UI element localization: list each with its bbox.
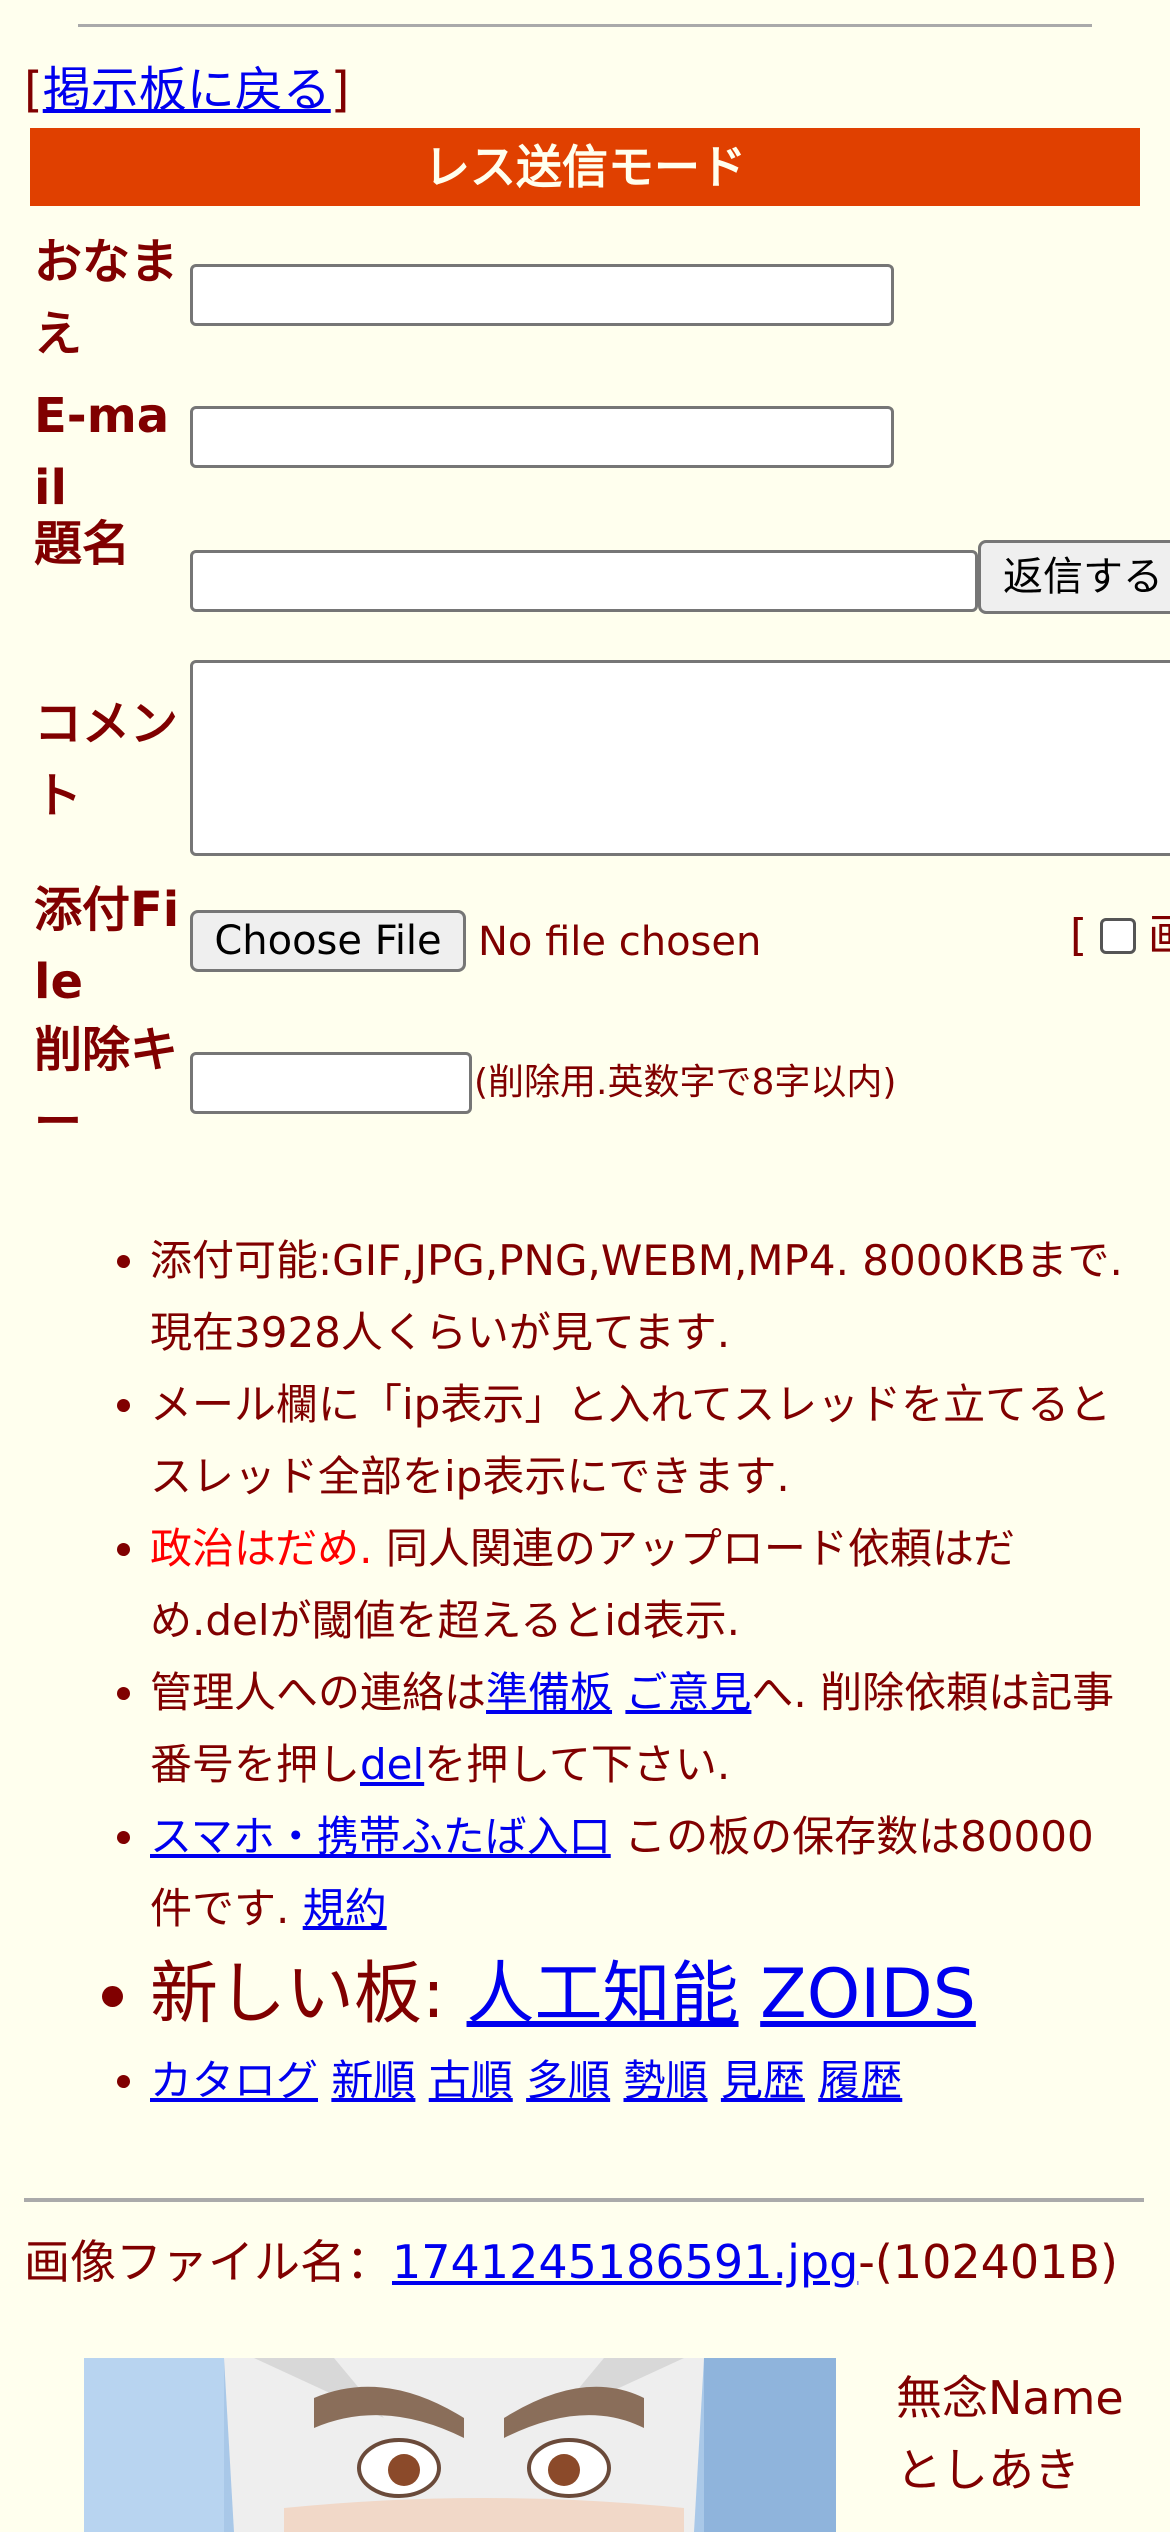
info-contact: 管理人への連絡は準備板 ご意見へ. 削除依頼は記事番号を押しdelを押して下さい… (150, 1657, 1130, 1801)
post-poster-name: としあき (896, 2443, 1080, 2497)
info-contact-text-a: 管理人への連絡は (150, 1668, 487, 1717)
nav-catalog[interactable]: カタログ (150, 2056, 318, 2105)
comment-textarea[interactable] (190, 660, 1170, 856)
top-divider (78, 24, 1092, 27)
post-name-label: 無念Name (896, 2371, 1124, 2425)
post-thumbnail[interactable] (84, 2358, 836, 2532)
post-author: 無念Name としあき (896, 2362, 1124, 2506)
info-mobile: スマホ・携帯ふたば入口 この板の保存数は80000件です. 規約 (150, 1801, 1130, 1945)
info-rules: 政治はだめ. 同人関連のアップロード依頼はだめ.delが閾値を超えるとid表示. (150, 1513, 1130, 1657)
back-to-board-link[interactable]: 掲示板に戻る (43, 62, 331, 118)
reply-submit-label: 返信する (1003, 554, 1163, 600)
back-bracket-close: ] (330, 62, 350, 118)
nav-viewed-history[interactable]: 見歴 (721, 2056, 805, 2105)
info-attachments-text: 添付可能:GIF,JPG,PNG,WEBM,MP4. 8000KBまで. 現在3… (150, 1236, 1123, 1357)
email-input[interactable] (190, 406, 894, 468)
file-label: 添付File (34, 882, 180, 1010)
terms-link[interactable]: 規約 (303, 1884, 387, 1933)
board-info-list: 添付可能:GIF,JPG,PNG,WEBM,MP4. 8000KBまで. 現在3… (0, 1225, 1130, 2117)
no-file-text: No file chosen (478, 919, 762, 965)
back-to-board: [掲示板に戻る] (24, 58, 349, 122)
file-size: -(102401B) (858, 2235, 1118, 2289)
reply-mode-banner: レス送信モード (30, 128, 1140, 206)
file-name-link[interactable]: 1741245186591.jpg (392, 2235, 858, 2289)
delete-key-label: 削除キー (34, 1022, 179, 1150)
choose-file-label: Choose File (214, 918, 442, 964)
new-boards-prefix: 新しい板: (150, 1955, 467, 2034)
reply-submit-button[interactable]: 返信する (978, 540, 1170, 614)
email-label: E-mail (34, 388, 170, 516)
prep-board-link[interactable]: 準備板 (486, 1668, 612, 1717)
del-link[interactable]: del (360, 1740, 424, 1789)
image-option-bracket: [ (1070, 910, 1088, 961)
thread-divider (24, 2198, 1144, 2202)
nav-newest[interactable]: 新順 (331, 2056, 415, 2105)
delete-key-input[interactable] (190, 1052, 472, 1114)
file-info-prefix: 画像ファイル名： (24, 2235, 392, 2289)
info-new-boards: 新しい板: 人工知能 ZOIDS (150, 1945, 1130, 2045)
info-nav: カタログ 新順 古順 多順 勢順 見歴 履歴 (150, 2045, 1130, 2117)
info-attachments: 添付可能:GIF,JPG,PNG,WEBM,MP4. 8000KBまで. 現在3… (150, 1225, 1130, 1369)
nav-oldest[interactable]: 古順 (429, 2056, 513, 2105)
back-bracket-open: [ (24, 62, 43, 118)
nav-momentum[interactable]: 勢順 (624, 2056, 708, 2105)
image-option-label: 画 (1148, 908, 1170, 964)
zoids-board-link[interactable]: ZOIDS (760, 1955, 976, 2034)
image-option-checkbox[interactable] (1100, 918, 1136, 954)
info-ip-display: メール欄に「ip表示」と入れてスレッドを立てるとスレッド全部をip表示にできます… (150, 1369, 1130, 1513)
name-label: おなまえ (34, 234, 179, 362)
feedback-link[interactable]: ご意見 (625, 1668, 751, 1717)
info-politics-warning: 政治はだめ. (150, 1524, 373, 1573)
info-ip-display-text: メール欄に「ip表示」と入れてスレッドを立てるとスレッド全部をip表示にできます… (150, 1380, 1112, 1501)
name-input[interactable] (190, 264, 894, 326)
file-info: 画像ファイル名：1741245186591.jpg-(102401B) (24, 2232, 1144, 2292)
mobile-entrance-link[interactable]: スマホ・携帯ふたば入口 (150, 1812, 611, 1861)
subject-label: 題名 (34, 516, 131, 572)
choose-file-button[interactable]: Choose File (190, 910, 466, 972)
ai-board-link[interactable]: 人工知能 (467, 1955, 739, 2034)
comment-label: コメント (34, 696, 179, 824)
delete-key-note: (削除用.英数字で8字以内) (474, 1062, 897, 1103)
thumbnail-image (84, 2358, 836, 2532)
info-contact-text-c: を押して下さい. (424, 1740, 731, 1789)
nav-most-replies[interactable]: 多順 (526, 2056, 610, 2105)
nav-history[interactable]: 履歴 (818, 2056, 902, 2105)
subject-input[interactable] (190, 550, 978, 612)
